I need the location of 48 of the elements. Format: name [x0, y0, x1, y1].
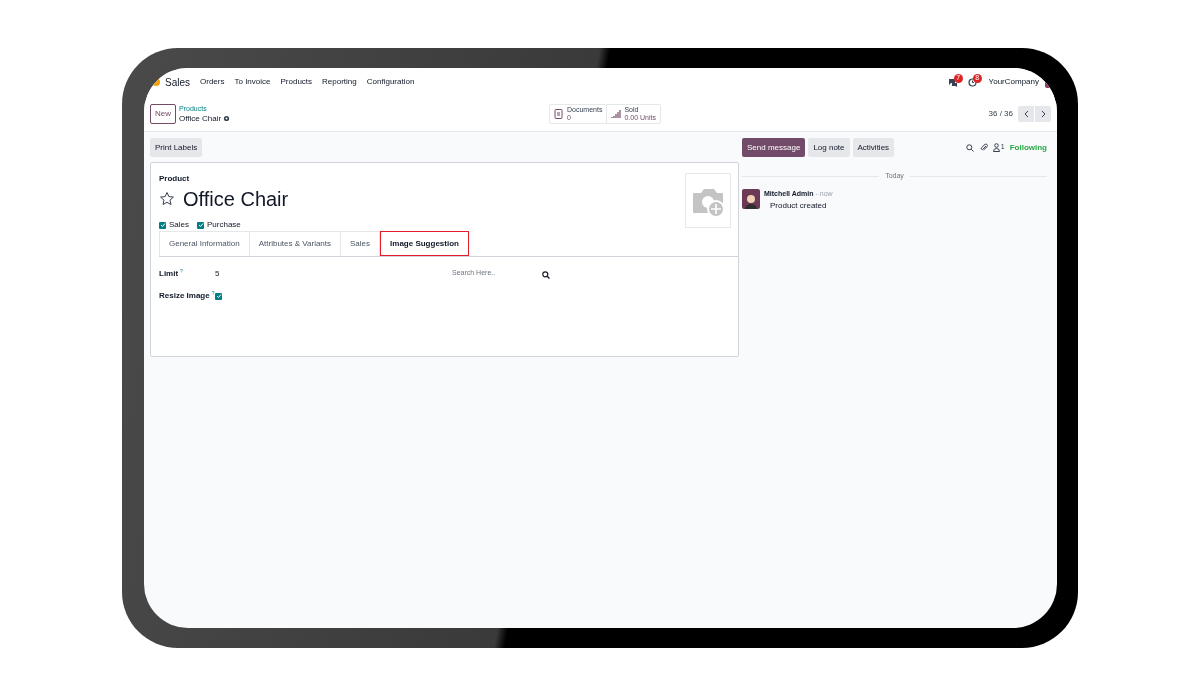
message-body: Product created [770, 200, 828, 212]
menu-item[interactable]: Orders [200, 76, 225, 88]
menu-item[interactable]: To Invoice [234, 76, 271, 88]
new-button[interactable]: New [150, 103, 176, 124]
field-label: Resize Image [159, 290, 210, 302]
menu-item[interactable]: Reporting [322, 76, 357, 88]
chatter-button[interactable]: Send message [742, 138, 806, 157]
next-button[interactable] [1035, 105, 1051, 122]
checkbox[interactable] [159, 221, 166, 229]
check-icon [159, 222, 166, 228]
field-label: Limit [159, 268, 179, 280]
field-label: Product [159, 173, 191, 185]
check-icon [215, 293, 222, 299]
tab[interactable]: Sales [341, 231, 381, 256]
bar-chart-icon [611, 108, 622, 119]
checkbox[interactable] [197, 221, 204, 229]
pager-value: 36 / 36 [988, 107, 1013, 120]
previous-button[interactable] [1018, 105, 1034, 122]
tab[interactable]: General Information [159, 231, 250, 256]
star-icon[interactable] [159, 191, 175, 207]
record-title: Office Chair [179, 113, 222, 124]
tab[interactable]: Image Suggestion [380, 231, 469, 256]
chatter-button[interactable]: Activities [852, 138, 895, 157]
checkbox-label: Purchase [207, 219, 241, 231]
person-icon [992, 143, 1000, 152]
paperclip-icon [979, 143, 988, 152]
menu-item[interactable]: Products [280, 76, 313, 88]
chevron-right-icon [1040, 109, 1046, 118]
search-icon [965, 143, 974, 152]
company-name[interactable]: YourCompany [988, 76, 1039, 88]
product-name: Office Chair [183, 187, 289, 211]
chevron-left-icon [1023, 109, 1029, 118]
chat-icon [947, 77, 958, 87]
checkbox[interactable] [215, 292, 222, 300]
search-icon [542, 271, 550, 279]
tab[interactable]: Attributes & Variants [249, 231, 342, 256]
app-logo-icon [152, 78, 160, 86]
gear-icon [223, 115, 231, 122]
clock-icon [967, 77, 977, 87]
chatter-button[interactable]: Log note [808, 138, 850, 157]
checkbox-label: Sales [169, 219, 189, 231]
app-name[interactable]: Sales [165, 74, 190, 90]
person-silhouette-icon [744, 192, 758, 209]
field-value[interactable]: 5 [215, 268, 220, 280]
print-labels-button[interactable]: Print Labels [150, 138, 203, 157]
check-icon [197, 222, 204, 228]
document-icon [554, 108, 564, 119]
menu-item[interactable]: Configuration [366, 76, 415, 88]
